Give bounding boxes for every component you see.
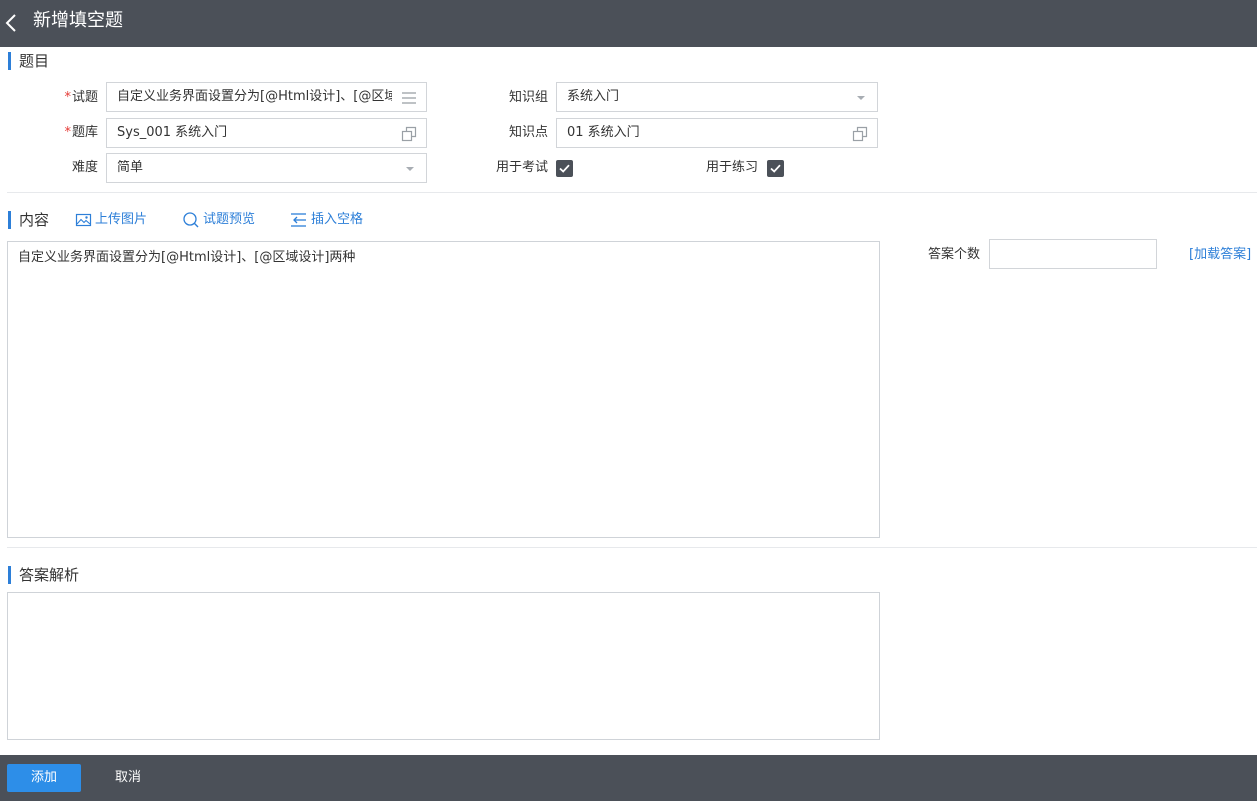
answer-count-input[interactable] (989, 239, 1157, 269)
dropdown-caret-icon (857, 96, 865, 100)
section-divider (7, 192, 1257, 193)
required-mark: * (64, 125, 71, 140)
knowledge-point-field[interactable]: 01 系统入门 (556, 118, 878, 148)
back-button[interactable] (2, 10, 24, 36)
list-icon[interactable] (400, 89, 418, 107)
for-exam-checkbox[interactable] (556, 160, 573, 177)
checkbox-checked-icon (559, 164, 570, 173)
knowledge-group-label: 知识组 (508, 90, 548, 105)
for-exam-label: 用于考试 (495, 160, 548, 175)
preview-label: 试题预览 (203, 212, 256, 227)
knowledge-group-value: 系统入门 (567, 89, 620, 104)
dropdown-caret-icon (406, 167, 414, 171)
question-label: *试题 (64, 90, 98, 105)
cancel-button[interactable]: 取消 (104, 764, 152, 792)
content-section-title: 内容 (8, 211, 49, 229)
for-practice-label: 用于练习 (705, 160, 758, 175)
add-button[interactable]: 添加 (7, 764, 81, 792)
analysis-editor[interactable] (7, 592, 880, 740)
for-practice-checkbox[interactable] (767, 160, 784, 177)
question-section-title: 题目 (8, 52, 49, 70)
analysis-section-title: 答案解析 (8, 566, 79, 584)
section-divider (7, 547, 1257, 548)
checkbox-checked-icon (770, 164, 781, 173)
bank-value: Sys_001 系统入门 (117, 125, 228, 140)
title-bar: 新增填空题 (0, 0, 1257, 47)
load-answers-link[interactable]: [加载答案] (1189, 247, 1251, 263)
preview-button[interactable]: 试题预览 (182, 211, 262, 229)
bank-field[interactable]: Sys_001 系统入门 (106, 118, 427, 148)
copy-icon[interactable] (400, 125, 418, 143)
chevron-left-icon (5, 14, 16, 32)
knowledge-group-select[interactable]: 系统入门 (556, 82, 878, 112)
footer-bar: 添加 取消 (0, 755, 1257, 801)
content-editor[interactable]: 自定义业务界面设置分为[@Html设计]、[@区域设计]两种 (7, 241, 880, 538)
answer-count-label: 答案个数 (927, 247, 980, 262)
question-field[interactable]: 自定义业务界面设置分为[@Html设计]、[@区域i (106, 82, 427, 112)
question-value: 自定义业务界面设置分为[@Html设计]、[@区域i (117, 89, 392, 104)
insert-blank-button[interactable]: 插入空格 (290, 211, 370, 229)
upload-image-label: 上传图片 (95, 212, 148, 227)
difficulty-label: 难度 (71, 160, 98, 175)
knowledge-point-value: 01 系统入门 (567, 125, 640, 140)
insert-blank-icon (291, 213, 306, 227)
page-title: 新增填空题 (33, 10, 123, 31)
copy-icon[interactable] (851, 125, 869, 143)
bank-label: *题库 (64, 125, 98, 140)
image-icon (75, 213, 92, 227)
difficulty-value: 简单 (117, 160, 144, 175)
search-icon (183, 212, 199, 228)
required-mark: * (64, 90, 71, 105)
knowledge-point-label: 知识点 (508, 125, 548, 140)
insert-blank-label: 插入空格 (311, 212, 364, 227)
upload-image-button[interactable]: 上传图片 (75, 211, 155, 229)
content-text: 自定义业务界面设置分为[@Html设计]、[@区域设计]两种 (18, 250, 356, 265)
difficulty-select[interactable]: 简单 (106, 153, 427, 183)
